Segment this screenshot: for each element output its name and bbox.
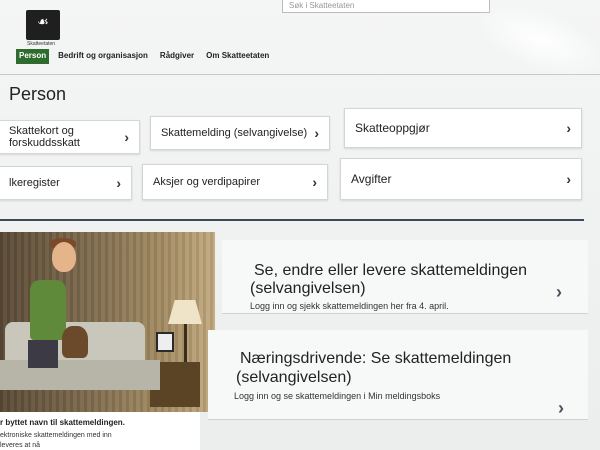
chevron-right-icon: ›	[566, 171, 571, 187]
card-subtitle: Logg inn og se skattemeldingen i Min mel…	[234, 391, 441, 401]
hero-caption[interactable]: r byttet navn til skattemeldingen.	[0, 418, 125, 427]
hero-text-2: leveres at nå	[0, 442, 41, 449]
card-title-2: (selvangivelsen)	[236, 369, 352, 386]
tile-label: Skatteoppgjør	[355, 121, 430, 135]
hero-text: ektroniske skattemeldingen med inn	[0, 432, 112, 439]
tile-label: Aksjer og verdipapirer	[153, 176, 260, 188]
lamp-pole	[184, 324, 187, 364]
search-input[interactable]: Søk i Skatteetaten	[282, 0, 490, 13]
sofa-seat	[0, 360, 160, 390]
tile-aksjer[interactable]: Aksjer og verdipapirer ›	[142, 164, 328, 200]
tile-skatteoppgjor[interactable]: Skatteoppgjør ›	[344, 108, 582, 148]
chevron-right-icon: ›	[116, 175, 121, 191]
card-title: Næringsdrivende: Se skattemeldingen	[240, 350, 512, 367]
page-title: Person	[9, 84, 67, 104]
skatteetaten-logo[interactable]: ☙	[26, 10, 60, 40]
page: Søk i Skatteetaten ☙ Skatteetaten Person…	[0, 0, 600, 450]
dog	[62, 326, 88, 358]
card-skattemelding[interactable]: Se, endre eller levere skattemeldingen (…	[222, 240, 588, 314]
tile-label: Skattekort og forskuddsskatt	[9, 125, 80, 149]
nav-item-radgiver[interactable]: Rådgiver	[157, 49, 197, 64]
card-title-2: (selvangivelsen)	[250, 280, 366, 297]
tile-skattekort[interactable]: Skattekort og forskuddsskatt ›	[0, 120, 140, 154]
chevron-right-icon: ›	[312, 174, 317, 190]
nav-item-person[interactable]: Person	[16, 49, 50, 64]
card-subtitle: Logg inn og sjekk skattemeldingen her fr…	[250, 301, 449, 311]
chevron-right-icon: ›	[556, 282, 562, 302]
person-legs	[28, 340, 58, 368]
chevron-right-icon: ›	[558, 398, 564, 418]
chevron-right-icon: ›	[314, 125, 319, 141]
card-title: Se, endre eller levere skattemeldingen	[254, 262, 528, 279]
tile-folkeregister[interactable]: lkeregister ›	[0, 166, 132, 200]
nav-item-om-skatteetaten[interactable]: Om Skatteetaten	[203, 49, 272, 64]
tile-label: Skattemelding (selvangivelse)	[161, 127, 308, 139]
card-naeringsdrivende[interactable]: Næringsdrivende: Se skattemeldingen (sel…	[208, 330, 588, 420]
screen-glare	[463, 0, 600, 93]
picture-frame	[156, 332, 174, 352]
hero-illustration[interactable]	[0, 232, 215, 412]
chevron-right-icon: ›	[124, 129, 129, 145]
chevron-right-icon: ›	[566, 120, 571, 136]
tile-label: Avgifter	[351, 172, 392, 186]
person-body	[30, 280, 66, 340]
person-head	[52, 242, 76, 272]
section-divider	[0, 219, 584, 221]
nav-divider	[0, 74, 600, 75]
tile-skattemelding[interactable]: Skattemelding (selvangivelse) ›	[150, 116, 330, 150]
tile-label: lkeregister	[9, 177, 60, 189]
logo-icon: ☙	[37, 14, 49, 29]
main-nav: Person Bedrift og organisasjon Rådgiver …	[16, 46, 272, 64]
nav-item-bedrift[interactable]: Bedrift og organisasjon	[55, 49, 151, 64]
tile-avgifter[interactable]: Avgifter ›	[340, 158, 582, 200]
